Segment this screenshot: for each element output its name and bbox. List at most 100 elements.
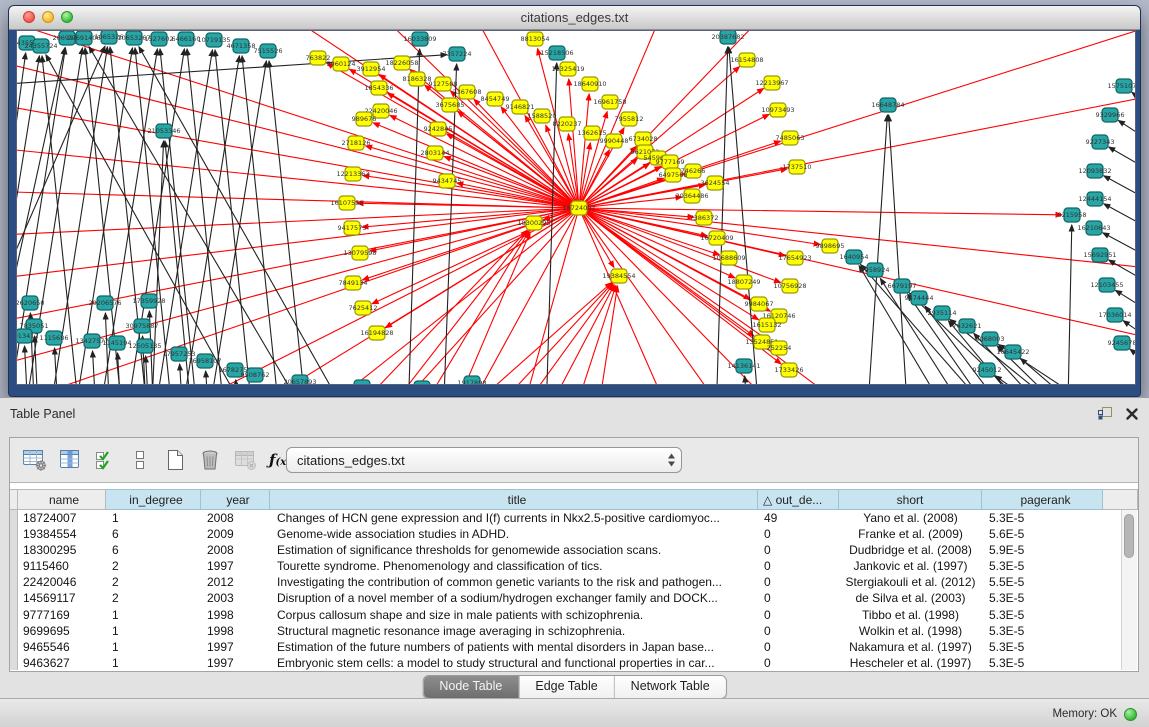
- cell[interactable]: 1998: [201, 607, 270, 623]
- cell[interactable]: 14569117: [18, 590, 106, 606]
- cell[interactable]: 0: [758, 574, 839, 590]
- graph-node[interactable]: 15751074: [1107, 79, 1135, 93]
- graph-node[interactable]: 9363413: [408, 381, 437, 384]
- show-columns-icon[interactable]: [55, 446, 85, 474]
- graph-node[interactable]: 10645422: [996, 345, 1029, 359]
- cell[interactable]: 9699695: [18, 623, 106, 639]
- zoom-window-button[interactable]: [61, 11, 73, 23]
- table-row[interactable]: 977716911998Corpus callosum shape and si…: [10, 607, 1138, 623]
- graph-node[interactable]: 20657893: [283, 375, 316, 384]
- cell[interactable]: 1997: [201, 558, 270, 574]
- cell[interactable]: 9777169: [18, 607, 106, 623]
- cell[interactable]: Embryonic stem cells: a model to study s…: [270, 655, 758, 670]
- modify-table-icon[interactable]: [20, 446, 50, 474]
- graph-node[interactable]: 12444154: [1078, 192, 1111, 206]
- cell[interactable]: Tourette syndrome. Phenomenology and cla…: [270, 558, 758, 574]
- cell[interactable]: Investigating the contribution of common…: [270, 574, 758, 590]
- graph-node[interactable]: 9990448: [600, 134, 629, 148]
- cell[interactable]: 2: [106, 558, 201, 574]
- graph-node[interactable]: 10973493: [761, 103, 794, 117]
- network-view[interactable]: 1872400776382259601243912954185433622420…: [17, 31, 1135, 384]
- graph-node[interactable]: 1917898: [458, 376, 487, 384]
- cell[interactable]: 0: [758, 639, 839, 655]
- graph-node[interactable]: 7485063: [776, 131, 805, 145]
- graph-node[interactable]: 1115686: [40, 331, 69, 345]
- cell[interactable]: 0: [758, 558, 839, 574]
- graph-node[interactable]: 30975887: [125, 319, 158, 333]
- graph-node[interactable]: 17654923: [778, 251, 811, 265]
- graph-node[interactable]: 10688609: [712, 251, 745, 265]
- cell[interactable]: Franke et al. (2009): [839, 526, 982, 542]
- cell[interactable]: 0: [758, 607, 839, 623]
- table-row[interactable]: 911546021997Tourette syndrome. Phenomeno…: [10, 558, 1138, 574]
- graph-node[interactable]: 12213967: [755, 76, 788, 90]
- tab-network-table[interactable]: Network Table: [614, 676, 726, 698]
- graph-node[interactable]: 9984067: [745, 297, 774, 311]
- graph-node[interactable]: 18807249: [727, 275, 760, 289]
- cell[interactable]: 5.3E-5: [982, 510, 1103, 526]
- graph-node[interactable]: 16107558: [330, 196, 363, 210]
- column-header-out_de[interactable]: △ out_de...: [758, 489, 839, 510]
- create-column-icon[interactable]: [160, 446, 190, 474]
- graph-node[interactable]: 3912954: [357, 62, 386, 76]
- table-row[interactable]: 946362711997Embryonic stem cells: a mode…: [10, 655, 1138, 670]
- graph-node[interactable]: 7357224: [443, 47, 472, 61]
- graph-node[interactable]: 18226058: [385, 56, 418, 70]
- window-titlebar[interactable]: citations_edges.txt: [9, 6, 1140, 30]
- cell[interactable]: 2012: [201, 574, 270, 590]
- delete-table-icon[interactable]: [230, 446, 260, 474]
- graph-node[interactable]: 18640910: [573, 77, 606, 91]
- cell[interactable]: 1997: [201, 655, 270, 670]
- cell[interactable]: Jankovic et al. (1997): [839, 558, 982, 574]
- cell[interactable]: Yano et al. (2008): [839, 510, 982, 526]
- graph-node[interactable]: 12103455: [1090, 278, 1123, 292]
- cell[interactable]: Estimation of the future numbers of pati…: [270, 639, 758, 655]
- cell[interactable]: Hescheler et al. (1997): [839, 655, 982, 670]
- cell[interactable]: 2: [106, 574, 201, 590]
- graph-node[interactable]: 9898695: [816, 239, 845, 253]
- graph-node[interactable]: 12505135: [128, 339, 161, 353]
- graph-node[interactable]: 10756928: [773, 279, 806, 293]
- cell[interactable]: 0: [758, 655, 839, 670]
- tab-node-table[interactable]: Node Table: [423, 676, 518, 698]
- cell[interactable]: 22420046: [18, 574, 106, 590]
- cell[interactable]: Wolkin et al. (1998): [839, 623, 982, 639]
- graph-node[interactable]: 6466160: [172, 32, 201, 46]
- graph-node[interactable]: 5960124: [327, 57, 356, 71]
- graph-node[interactable]: 17036014: [1098, 308, 1131, 322]
- graph-node[interactable]: 1733426: [775, 363, 804, 377]
- float-panel-icon[interactable]: [1097, 406, 1113, 421]
- graph-node[interactable]: 8813054: [521, 32, 550, 46]
- graph-node[interactable]: 12213363: [336, 167, 369, 181]
- cell[interactable]: 2003: [201, 590, 270, 606]
- cell[interactable]: Estimation of significance thresholds fo…: [270, 542, 758, 558]
- table-row[interactable]: 1830029562008Estimation of significance …: [10, 542, 1138, 558]
- cell[interactable]: Nakamura et al. (1997): [839, 639, 982, 655]
- cell[interactable]: 5.3E-5: [982, 607, 1103, 623]
- cell[interactable]: 6: [106, 526, 201, 542]
- cell[interactable]: 5.3E-5: [982, 558, 1103, 574]
- scrollbar-thumb[interactable]: [1124, 514, 1134, 558]
- graph-node[interactable]: 989676: [352, 112, 377, 126]
- delete-column-icon[interactable]: [195, 446, 225, 474]
- graph-node[interactable]: 7625412: [349, 301, 378, 315]
- table-row[interactable]: 1872400712008Changes of HCN gene express…: [10, 510, 1138, 526]
- tab-edge-table[interactable]: Edge Table: [518, 676, 613, 698]
- cell[interactable]: 5.3E-5: [982, 590, 1103, 606]
- cell[interactable]: 49: [758, 510, 839, 526]
- cell[interactable]: 1: [106, 607, 201, 623]
- column-header-year[interactable]: year: [201, 489, 270, 510]
- cell[interactable]: 1: [106, 510, 201, 526]
- cell[interactable]: Structural magnetic resonance image aver…: [270, 623, 758, 639]
- column-header-in_degree[interactable]: in_degree: [106, 489, 201, 510]
- cell[interactable]: 0: [758, 526, 839, 542]
- graph-node[interactable]: 6679197: [888, 279, 917, 293]
- graph-node[interactable]: 3624554: [701, 176, 730, 190]
- graph-node[interactable]: 20387682: [711, 31, 744, 44]
- row-height-icon[interactable]: [125, 446, 155, 474]
- cell[interactable]: 0: [758, 623, 839, 639]
- graph-node[interactable]: 13079598: [343, 246, 376, 260]
- graph-node[interactable]: 2620650: [17, 296, 44, 310]
- cell[interactable]: Genome-wide association studies in ADHD.: [270, 526, 758, 542]
- graph-node[interactable]: 1615132: [753, 318, 782, 332]
